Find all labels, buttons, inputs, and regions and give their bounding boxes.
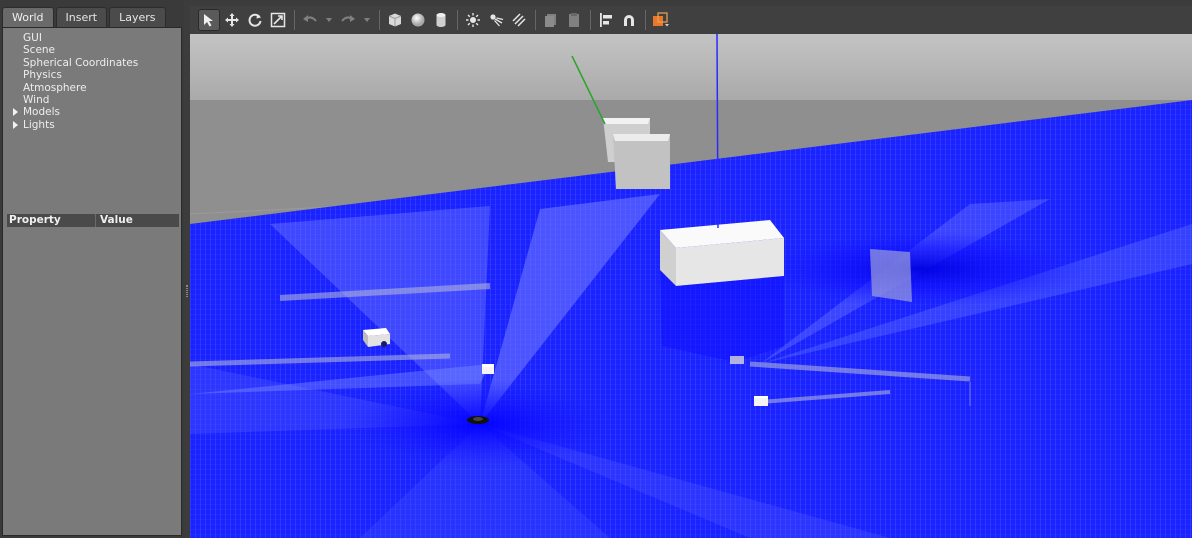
tab-world[interactable]: World (2, 7, 54, 27)
copy-button[interactable] (540, 9, 562, 31)
sphere-icon (411, 13, 425, 27)
tree-item-wind[interactable]: Wind (7, 94, 138, 106)
small-box-right[interactable] (754, 396, 768, 406)
move-arrows-icon (225, 13, 239, 27)
point-light-button[interactable] (462, 9, 484, 31)
align-button[interactable] (595, 9, 617, 31)
undo-button[interactable] (299, 9, 321, 31)
panel-tabs: World Insert Layers (2, 7, 166, 27)
small-box-left[interactable] (363, 328, 390, 347)
toolbar-separator (379, 10, 380, 30)
copy-icon (545, 14, 556, 27)
splitter-grip-icon[interactable] (186, 285, 188, 297)
box-icon (388, 13, 402, 27)
box-shape-button[interactable] (384, 9, 406, 31)
spot-light-icon (490, 14, 504, 27)
world-tree: GUI Scene Spherical Coordinates Physics … (7, 32, 138, 131)
distant-box-model-2[interactable] (613, 134, 670, 189)
wall-segment (870, 249, 912, 302)
spot-light-button[interactable] (485, 9, 507, 31)
toolbar-separator (294, 10, 295, 30)
property-table-header: Property Value (7, 214, 179, 227)
rotate-icon (248, 13, 262, 27)
tab-layers[interactable]: Layers (109, 7, 166, 27)
left-panel: World Insert Layers GUI Scene Spherical … (0, 0, 184, 538)
rotate-mode-button[interactable] (244, 9, 266, 31)
tab-insert[interactable]: Insert (55, 7, 108, 27)
redo-icon (341, 15, 355, 22)
tree-item-scene[interactable]: Scene (7, 44, 138, 56)
change-view-button[interactable] (650, 9, 672, 31)
toolbar-separator (457, 10, 458, 30)
laser-sensor-top (473, 417, 483, 421)
cylinder-shape-button[interactable] (430, 9, 452, 31)
tree-item-spherical-coordinates[interactable]: Spherical Coordinates (7, 57, 138, 69)
cylinder-icon (436, 13, 446, 27)
toolbar (190, 6, 1192, 34)
laser-glow-right (750, 231, 1090, 307)
point-light-icon (466, 13, 480, 27)
tree-item-models[interactable]: Models (7, 106, 138, 118)
translate-mode-button[interactable] (221, 9, 243, 31)
expand-arrow-icon[interactable] (13, 108, 18, 117)
view-angle-icon (653, 12, 669, 27)
tree-item-label: Physics (23, 69, 62, 82)
small-box-center[interactable] (482, 364, 494, 374)
tree-item-label: Scene (23, 44, 56, 57)
redo-button[interactable] (337, 9, 359, 31)
directional-light-button[interactable] (508, 9, 530, 31)
toolbar-separator (535, 10, 536, 30)
sky (190, 34, 1192, 104)
align-icon (600, 13, 612, 27)
tree-item-label: GUI (23, 32, 42, 44)
scene-canvas[interactable] (190, 34, 1192, 538)
toolbar-separator (645, 10, 646, 30)
snap-button[interactable] (618, 9, 640, 31)
sphere-shape-button[interactable] (407, 9, 429, 31)
magnet-icon (624, 15, 634, 26)
paste-button[interactable] (563, 9, 585, 31)
tree-item-lights[interactable]: Lights (7, 119, 138, 131)
undo-history-button[interactable] (322, 9, 336, 31)
expand-arrow-icon[interactable] (13, 120, 18, 129)
chevron-down-icon (364, 18, 370, 22)
redo-history-button[interactable] (360, 9, 374, 31)
tree-item-label: Models (23, 106, 60, 119)
laser-origin-glow (340, 379, 620, 469)
tree-item-label: Lights (23, 118, 55, 131)
paste-icon (569, 13, 579, 27)
value-column-header[interactable]: Value (96, 214, 133, 227)
directional-light-icon (512, 13, 526, 27)
center-box-model[interactable] (660, 220, 784, 286)
select-mode-button[interactable] (198, 9, 220, 31)
property-column-header[interactable]: Property (7, 214, 96, 227)
scene-viewport[interactable] (190, 34, 1192, 538)
toolbar-separator (590, 10, 591, 30)
tree-item-gui[interactable]: GUI (7, 32, 138, 44)
scale-mode-button[interactable] (267, 9, 289, 31)
tree-item-label: Spherical Coordinates (23, 56, 139, 69)
small-box-mid-right[interactable] (730, 356, 744, 364)
chevron-down-icon (326, 18, 332, 22)
world-tab-body: GUI Scene Spherical Coordinates Physics … (2, 27, 182, 536)
tree-item-label: Wind (23, 93, 50, 106)
scale-icon (270, 12, 286, 28)
z-axis-line (716, 34, 719, 229)
tree-item-label: Atmosphere (23, 81, 87, 94)
tree-item-atmosphere[interactable]: Atmosphere (7, 82, 138, 94)
arrow-cursor-icon (204, 14, 213, 27)
tree-item-physics[interactable]: Physics (7, 69, 138, 81)
undo-icon (303, 15, 317, 22)
